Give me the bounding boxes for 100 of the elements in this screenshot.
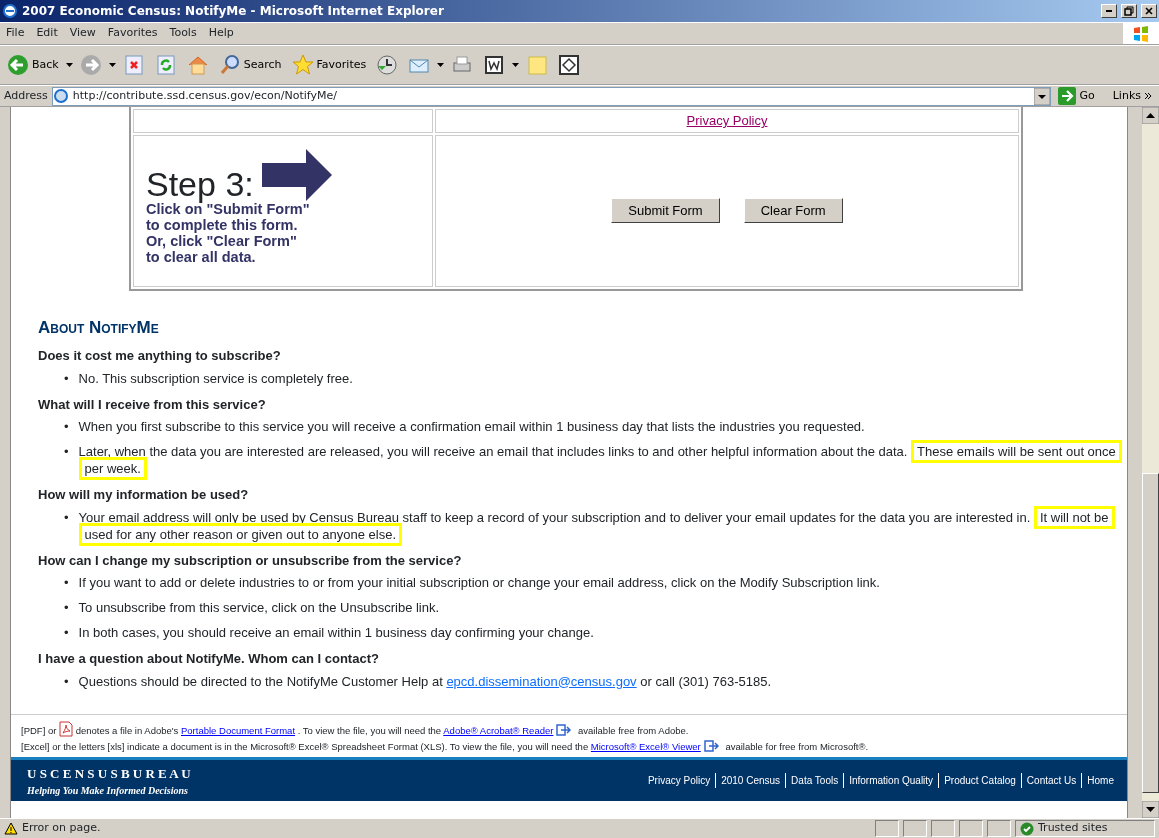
bullet-mark: • [64,508,69,527]
menu-item[interactable]: Help [202,25,240,42]
go-button[interactable]: Go [1055,85,1098,107]
bullet-mark: • [64,418,69,435]
warning-icon [4,822,18,835]
clear-form-button[interactable]: Clear Form [743,197,843,224]
answer-text: or call (301) 763-5185. [640,673,772,689]
document-icon [483,54,506,76]
bullet-mark: • [64,624,69,641]
menu-item[interactable]: Edit [30,25,64,42]
dropdown-arrow-icon[interactable] [65,63,73,67]
dropdown-arrow-icon[interactable] [1034,87,1051,105]
dropdown-arrow-icon[interactable] [512,63,520,67]
answer-text: If you want to add or delete industries to or from your initial subscription or change your email address, click on the Modify Subscription link. [78,575,880,590]
home-icon [186,54,209,76]
search-button[interactable]: Search [215,52,285,78]
footer-link[interactable]: Product Catalog [938,773,1021,789]
note-text: [PDF] or [21,725,57,737]
scrollbar[interactable] [1142,107,1159,818]
note-text: [Excel] or the letters [xls] indicate a document is in the Microsoft® Excel® Spreadsheet Format (XLS). To view the file, you will need the [21,741,589,753]
links-button[interactable]: Links [1109,85,1155,107]
highlighted-text: per week. [78,457,147,480]
footer-link[interactable]: Contact Us [1020,773,1082,789]
question-text: Does it cost me anything to subscribe? [38,347,282,365]
windows-flag-icon [1131,23,1151,44]
site-logo: U S C E N S U S B U R E A U [27,764,191,783]
highlighted-text: It will not be [1033,505,1115,529]
scroll-thumb[interactable] [1142,473,1159,793]
highlighted-text: used for any other reason or given out to anyone else. [78,522,403,546]
document-link[interactable]: Adobe® Acrobat® Reader [443,725,554,737]
section-heading: About NotifyMe [38,316,160,339]
footer-link[interactable]: Home [1081,773,1119,789]
pdf-file-icon [59,721,73,738]
close-icon [1144,6,1154,16]
dropdown-arrow-icon[interactable] [108,63,116,67]
arrow-icon [261,148,332,201]
browser-logo-icon [2,3,18,19]
bullet-mark: • [64,369,69,387]
note-text: . To view the file, you will need the [297,725,442,737]
footer-link[interactable]: Privacy Policy [642,773,716,789]
note-text: denotes a file in Adobe's [75,725,179,737]
menu-item[interactable]: Favorites [101,25,164,42]
step-heading: Step 3: [146,166,254,201]
menu-item[interactable]: Tools [163,25,203,42]
scroll-down-icon[interactable] [1142,801,1159,818]
external-link-icon [556,724,573,737]
status-panel [903,820,927,837]
search-icon [218,54,241,76]
tagline: Helping You Make Informed Decisions [27,784,189,798]
email-link[interactable]: epcd.dissemination@census.gov [446,673,637,689]
bullet-mark: • [64,574,69,591]
bullet-mark: • [64,443,69,461]
answer-text: No. This subscription service is completely free. [78,370,353,386]
status-panel [875,820,899,837]
status-panel [959,820,983,837]
answer-text: In both cases, you should receive an email within 1 business day confirming your change. [78,625,594,640]
back-button[interactable]: Back [4,52,62,78]
check-icon [1020,821,1034,836]
note-text: available free from Adobe. [578,725,689,737]
document-link[interactable]: Microsoft® Excel® Viewer [590,741,701,753]
minimize-button[interactable] [1101,4,1117,18]
answer-text: To unsubscribe from this service, click on the Unsubscribe link. [78,600,440,615]
address-label: Address [4,87,48,104]
footer-link[interactable]: Data Tools [785,773,844,789]
status-text: Error on page. [22,820,101,837]
footer-link[interactable]: 2010 Census [715,773,786,789]
favorites-button[interactable]: Favorites [288,52,370,78]
restore-button[interactable] [1121,4,1137,18]
scroll-up-icon[interactable] [1142,107,1159,124]
status-panel [931,820,955,837]
address-field[interactable]: http://contribute.ssd.census.gov/econ/NotifyMe/ [51,86,1052,106]
dropdown-arrow-icon[interactable] [437,63,445,67]
answer-text: When you first subscribe to this service you will receive a confirmation email within 1 business day that lists the industries you requested. [78,419,865,434]
note-icon [526,54,549,76]
bullet-mark: • [64,672,69,690]
menu-item[interactable]: File [0,25,31,42]
security-zone: Trusted sites [1038,820,1108,837]
footer-link[interactable]: Information Quality [843,773,939,789]
submit-form-button[interactable]: Submit Form [611,197,720,224]
minimize-icon [1106,10,1112,12]
refresh-icon [154,54,177,76]
question-text: How will my information be used? [38,486,250,504]
note-text: available for free from Microsoft®. [725,741,869,753]
answer-text: Later, when the data you are interested are released, you will receive an email that includes links to and other helpful information about the data. [78,444,908,459]
question-text: I have a question about NotifyMe. Whom can I contact? [38,650,380,668]
external-link-icon [703,740,720,753]
answer-text: Questions should be directed to the NotifyMe Customer Help at [78,673,443,689]
bullet-mark: • [64,599,69,616]
stop-icon [122,54,145,76]
close-button[interactable] [1141,4,1157,18]
question-text: What will I receive from this service? [38,395,267,414]
star-icon [291,54,314,76]
question-text: How can I change my subscription or unsubscribe from the service? [38,551,463,570]
menu-item[interactable]: View [63,25,102,42]
status-panel [987,820,1011,837]
document-link[interactable]: Portable Document Format [181,725,296,737]
highlighted-text: These emails will be sent out once [911,440,1122,463]
window-title: 2007 Economic Census: NotifyMe - Microsoft Internet Explorer [22,3,445,20]
privacy-policy-link[interactable]: Privacy Policy [686,113,768,128]
clock-icon [376,54,399,76]
